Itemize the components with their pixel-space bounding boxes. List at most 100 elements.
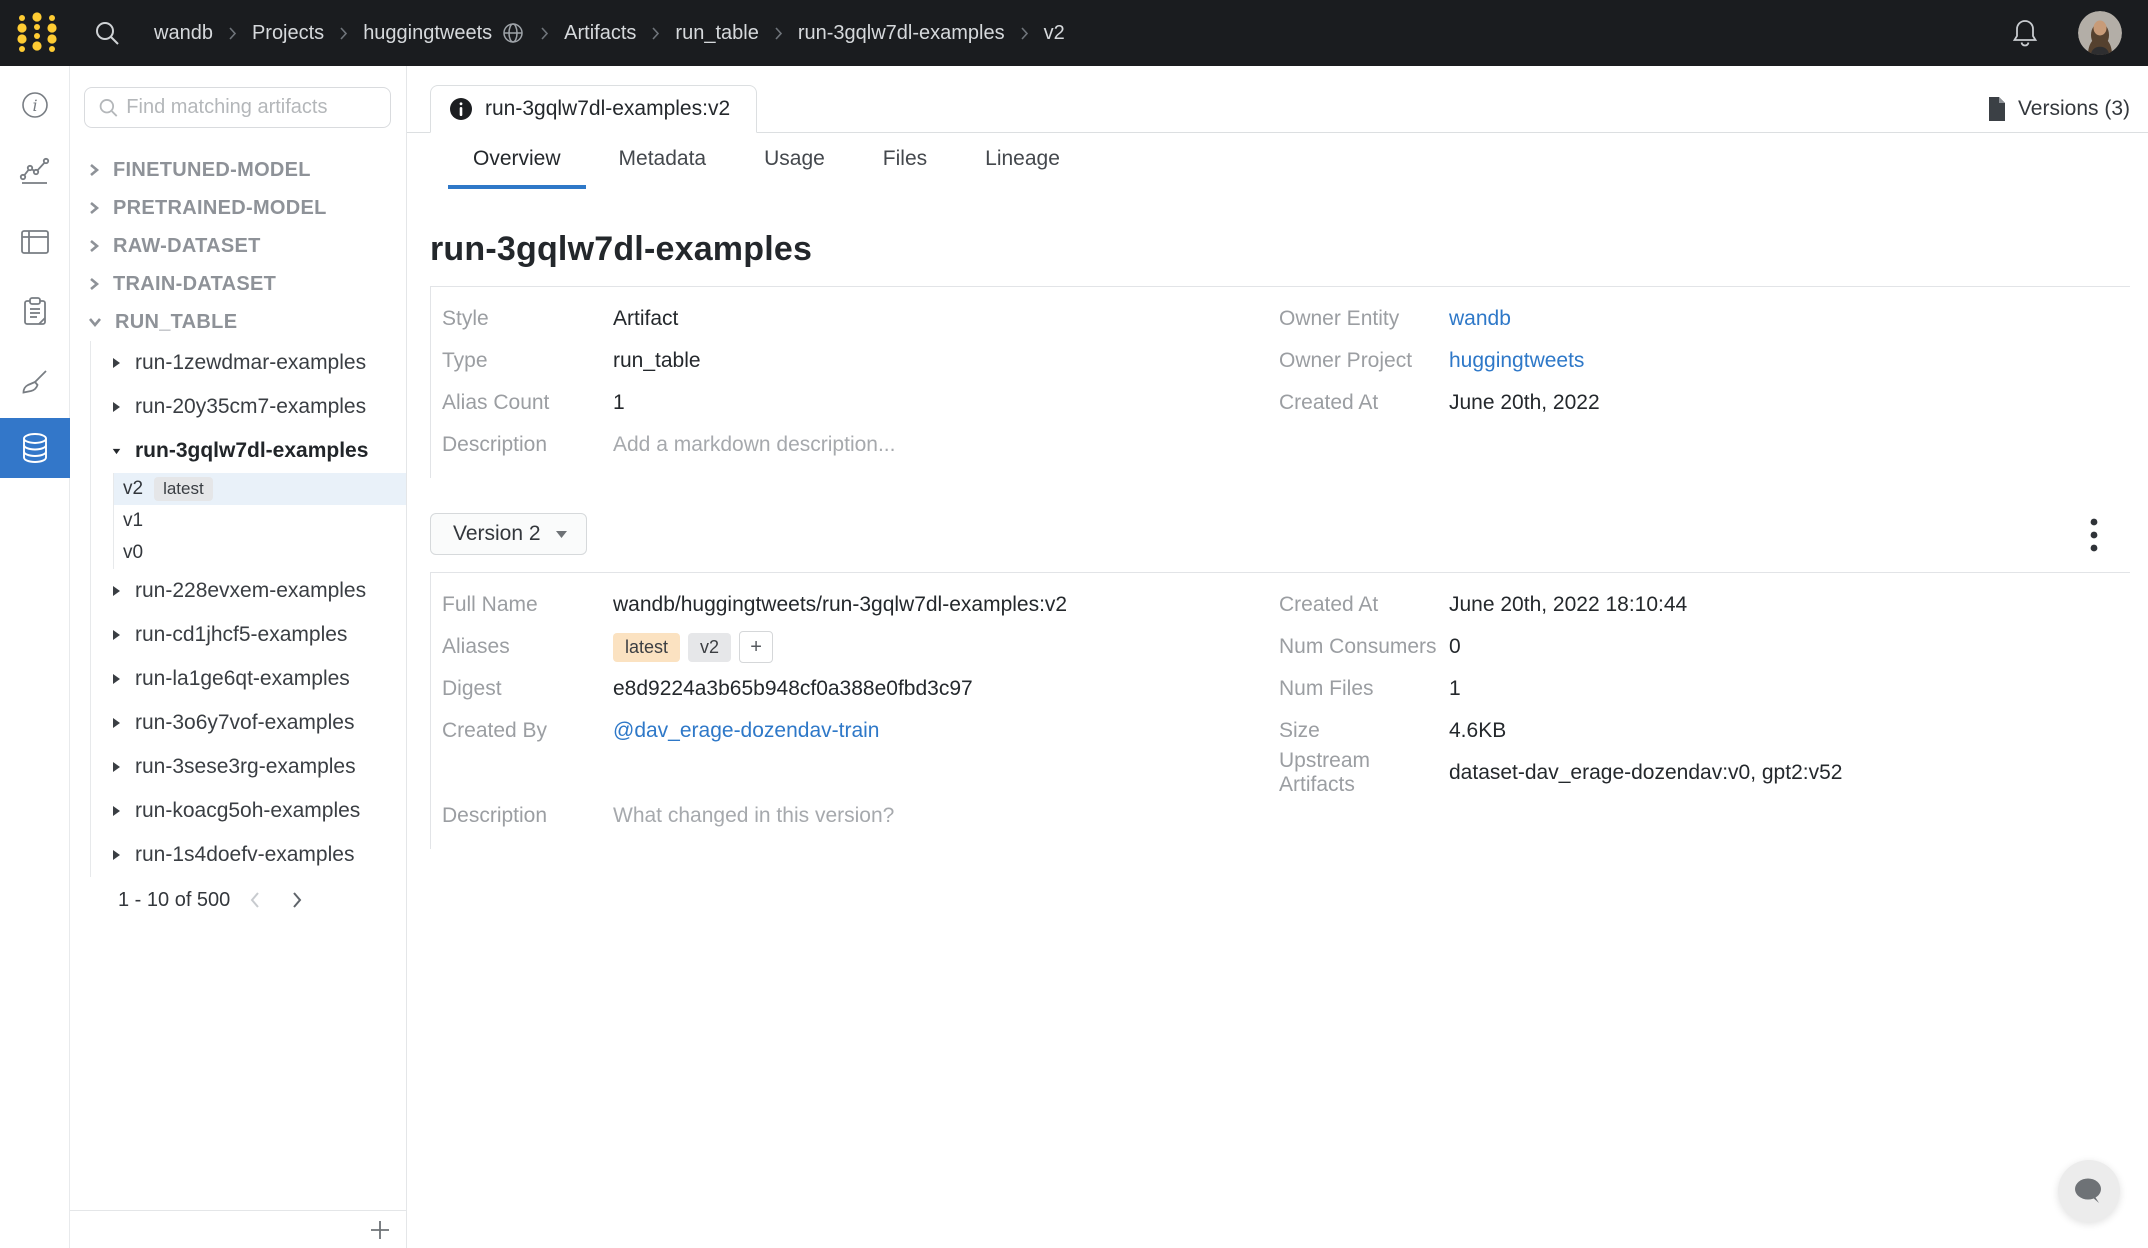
field-label: Description [442, 433, 613, 457]
field-row-created-at: Created At June 20th, 2022 [1279, 382, 2130, 424]
chevron-right-icon [651, 26, 660, 41]
run-table-artifact-list: run-1zewdmar-examples run-20y35cm7-examp… [90, 341, 406, 877]
field-row-owner-project: Owner Project huggingtweets [1279, 340, 2130, 382]
document-icon [1986, 96, 2008, 122]
tables-nav-icon[interactable] [0, 212, 70, 272]
triangle-right-icon [112, 357, 121, 369]
sidebar-pagination: 1 - 10 of 500 [70, 877, 406, 923]
sidebar-category-train-dataset[interactable]: TRAIN-DATASET [70, 265, 406, 303]
breadcrumb-artifact-name[interactable]: run-3gqlw7dl-examples [798, 22, 1005, 45]
notifications-bell-icon[interactable] [2010, 17, 2040, 49]
chevron-right-icon [88, 239, 100, 253]
versions-button-label: Versions (3) [2018, 97, 2130, 121]
artifact-item-selected[interactable]: run-3gqlw7dl-examples [91, 429, 406, 473]
field-row-style: Style Artifact [442, 298, 1279, 340]
artifact-item[interactable]: run-228evxem-examples [91, 569, 406, 613]
version-options-kebab-icon[interactable] [2076, 515, 2112, 555]
pagination-prev-icon[interactable] [238, 883, 272, 917]
overview-info-nav-icon[interactable]: i [0, 75, 70, 135]
field-label: Num Consumers [1279, 635, 1449, 659]
triangle-right-icon [112, 717, 121, 729]
field-label: Type [442, 349, 613, 373]
sweeps-broom-nav-icon[interactable] [0, 352, 70, 412]
breadcrumb-artifact-type[interactable]: run_table [675, 22, 758, 45]
breadcrumb-project[interactable]: huggingtweets [363, 22, 492, 45]
logs-clipboard-nav-icon[interactable] [0, 282, 70, 342]
tab-usage[interactable]: Usage [739, 133, 850, 189]
versions-button[interactable]: Versions (3) [1986, 96, 2130, 122]
tab-lineage[interactable]: Lineage [960, 133, 1085, 189]
field-value: 4.6KB [1449, 719, 1506, 743]
artifact-version-tab[interactable]: run-3gqlw7dl-examples:v2 [430, 85, 757, 133]
breadcrumb-projects[interactable]: Projects [252, 22, 324, 45]
search-icon [97, 95, 120, 121]
left-icon-rail: i [0, 66, 70, 1248]
sidebar-category-finetuned-model[interactable]: FINETUNED-MODEL [70, 151, 406, 189]
field-value: e8d9224a3b65b948cf0a388e0fbd3c97 [613, 677, 973, 701]
artifact-item-label: run-20y35cm7-examples [135, 395, 366, 419]
chevron-right-icon [88, 201, 100, 215]
field-label: Aliases [442, 635, 613, 659]
owner-entity-link[interactable]: wandb [1449, 307, 1511, 331]
field-row-full-name: Full Name wandb/huggingtweets/run-3gqlw7… [442, 584, 1279, 626]
version-item-v2[interactable]: v2 latest [114, 473, 406, 505]
latest-tag: latest [154, 477, 213, 501]
overview-content: run-3gqlw7dl-examples Style Artifact Typ… [407, 189, 2148, 849]
breadcrumb-artifacts[interactable]: Artifacts [564, 22, 636, 45]
field-row-type: Type run_table [442, 340, 1279, 382]
sidebar-category-pretrained-model[interactable]: PRETRAINED-MODEL [70, 189, 406, 227]
artifact-item[interactable]: run-3sese3rg-examples [91, 745, 406, 789]
artifact-item[interactable]: run-cd1jhcf5-examples [91, 613, 406, 657]
artifacts-sidebar: FINETUNED-MODEL PRETRAINED-MODEL RAW-DAT… [70, 66, 407, 1248]
field-label: Description [442, 804, 613, 828]
artifact-item[interactable]: run-la1ge6qt-examples [91, 657, 406, 701]
triangle-right-icon [112, 673, 121, 685]
chevron-right-icon [1020, 26, 1029, 41]
artifact-item[interactable]: run-1s4doefv-examples [91, 833, 406, 877]
add-alias-button[interactable]: + [739, 631, 773, 663]
artifact-item[interactable]: run-1zewdmar-examples [91, 341, 406, 385]
support-chat-button[interactable] [2058, 1160, 2120, 1222]
artifact-item[interactable]: run-3o6y7vof-examples [91, 701, 406, 745]
version-details-panel: Full Name wandb/huggingtweets/run-3gqlw7… [430, 572, 2130, 849]
pagination-next-icon[interactable] [280, 883, 314, 917]
user-avatar[interactable] [2078, 11, 2122, 55]
charts-nav-icon[interactable] [0, 140, 70, 200]
info-icon [449, 97, 473, 121]
artifact-item[interactable]: run-koacg5oh-examples [91, 789, 406, 833]
version-item-v1[interactable]: v1 [114, 505, 406, 537]
created-by-link[interactable]: @dav_erage-dozendav-train [613, 719, 879, 743]
field-label: Owner Project [1279, 349, 1449, 373]
version-selector-label: Version 2 [453, 522, 541, 546]
category-label: RAW-DATASET [113, 235, 261, 258]
artifact-search-box [84, 87, 391, 128]
artifacts-database-nav-icon[interactable] [0, 418, 70, 478]
search-input[interactable] [126, 96, 378, 119]
version-description-placeholder[interactable]: What changed in this version? [613, 804, 894, 828]
version-item-v0[interactable]: v0 [114, 537, 406, 569]
artifact-item[interactable]: run-20y35cm7-examples [91, 385, 406, 429]
owner-project-link[interactable]: huggingtweets [1449, 349, 1584, 373]
sidebar-category-run-table[interactable]: RUN_TABLE [70, 303, 406, 341]
tab-files[interactable]: Files [858, 133, 952, 189]
chevron-right-icon [88, 163, 100, 177]
artifact-summary-right: Owner Entity wandb Owner Project hugging… [1279, 298, 2130, 466]
artifact-item-label: run-228evxem-examples [135, 579, 366, 603]
wandb-logo-icon[interactable] [14, 10, 60, 56]
field-row-aliases: Aliases latest v2 + [442, 626, 1279, 668]
field-label: Num Files [1279, 677, 1449, 701]
tab-overview[interactable]: Overview [448, 133, 586, 189]
triangle-right-icon [112, 761, 121, 773]
breadcrumb-version[interactable]: v2 [1044, 22, 1065, 45]
version-selector-button[interactable]: Version 2 [430, 513, 587, 555]
field-row-owner-entity: Owner Entity wandb [1279, 298, 2130, 340]
sidebar-category-raw-dataset[interactable]: RAW-DATASET [70, 227, 406, 265]
add-artifact-plus-icon[interactable] [368, 1218, 392, 1242]
alias-tag-latest: latest [613, 633, 680, 662]
global-search-icon[interactable] [92, 18, 122, 48]
description-placeholder[interactable]: Add a markdown description... [613, 433, 895, 457]
field-value: June 20th, 2022 [1449, 391, 1600, 415]
category-label: PRETRAINED-MODEL [113, 197, 327, 220]
tab-metadata[interactable]: Metadata [594, 133, 732, 189]
breadcrumb-entity[interactable]: wandb [154, 22, 213, 45]
